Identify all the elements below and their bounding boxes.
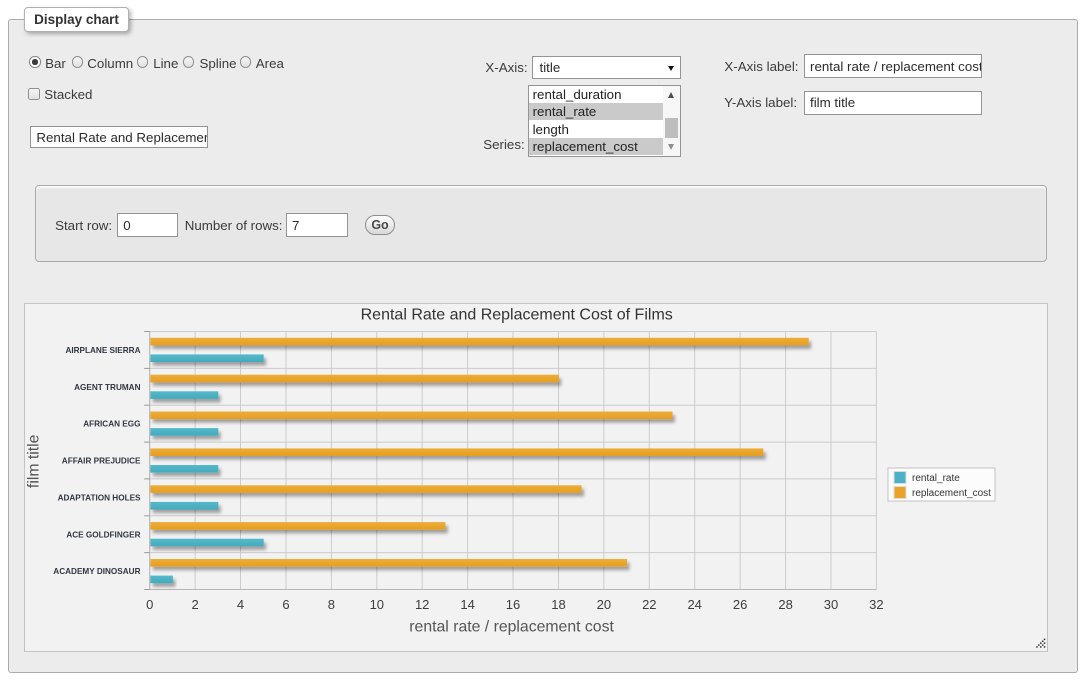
svg-text:rental_rate: rental_rate [912,473,960,484]
svg-text:AIRPLANE SIERRA: AIRPLANE SIERRA [65,346,140,355]
svg-text:30: 30 [824,597,838,612]
svg-text:ACE GOLDFINGER: ACE GOLDFINGER [66,530,140,539]
svg-text:22: 22 [642,597,656,612]
svg-text:0: 0 [146,597,153,612]
svg-text:18: 18 [551,597,565,612]
svg-text:AFFAIR PREJUDICE: AFFAIR PREJUDICE [62,457,141,466]
svg-text:2: 2 [191,597,198,612]
svg-text:ADAPTATION HOLES: ADAPTATION HOLES [58,494,141,503]
svg-text:6: 6 [282,597,289,612]
svg-text:28: 28 [778,597,792,612]
svg-text:14: 14 [460,597,474,612]
svg-text:16: 16 [506,597,520,612]
svg-text:ACADEMY DINOSAUR: ACADEMY DINOSAUR [53,567,140,576]
svg-text:rental rate / replacement cost: rental rate / replacement cost [409,619,614,636]
svg-text:10: 10 [370,597,384,612]
svg-text:AGENT TRUMAN: AGENT TRUMAN [74,383,140,392]
svg-text:replacement_cost: replacement_cost [912,488,991,499]
svg-text:4: 4 [237,597,244,612]
svg-text:12: 12 [415,597,429,612]
svg-text:26: 26 [733,597,747,612]
svg-text:20: 20 [597,597,611,612]
svg-text:Rental Rate and Replacement Co: Rental Rate and Replacement Cost of Film… [361,307,673,324]
svg-text:8: 8 [328,597,335,612]
svg-text:24: 24 [687,597,701,612]
svg-text:AFRICAN EGG: AFRICAN EGG [83,420,140,429]
svg-text:film title: film title [26,434,43,488]
svg-text:32: 32 [869,597,883,612]
